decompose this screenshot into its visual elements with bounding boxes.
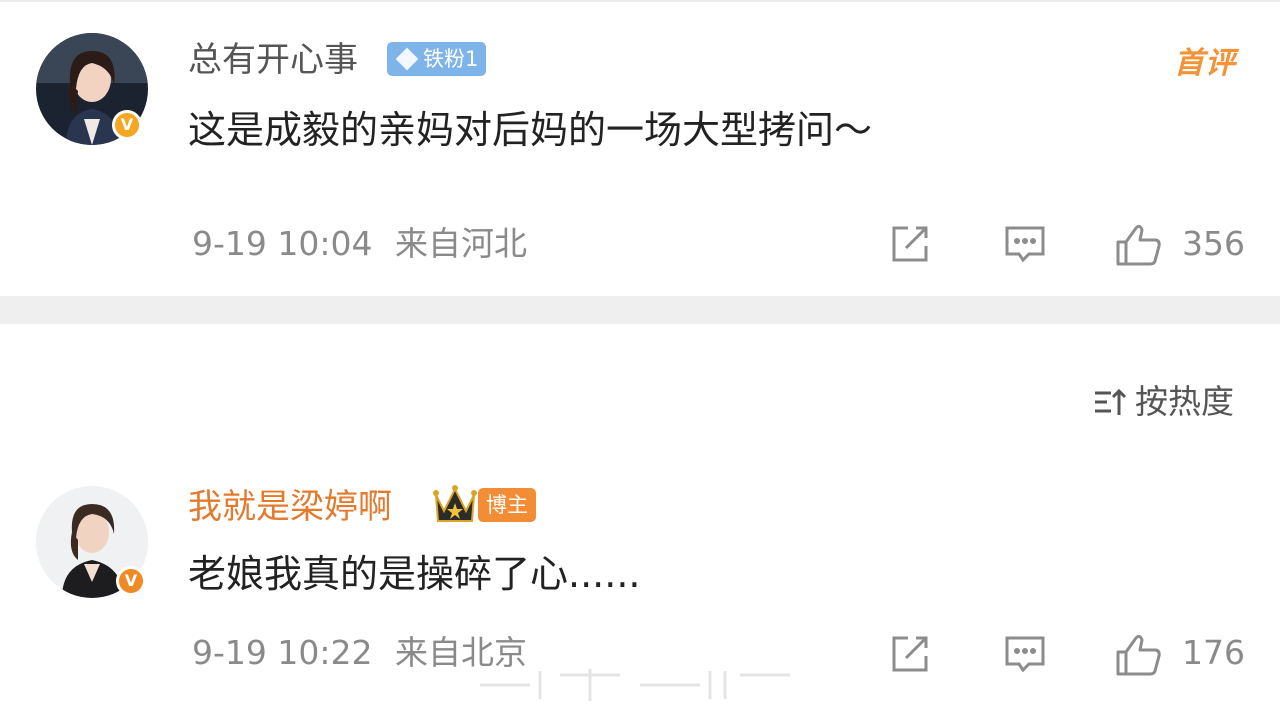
- sort-icon: [1093, 386, 1127, 426]
- comment-icon[interactable]: [1003, 222, 1047, 270]
- share-icon[interactable]: [888, 222, 932, 270]
- host-badge: 博主: [478, 488, 536, 522]
- comment-meta: 9-19 10:04 来自河北: [192, 224, 527, 264]
- sort-label: 按热度: [1135, 382, 1234, 421]
- diamond-icon: [395, 47, 419, 71]
- fan-badge: 铁粉1: [387, 42, 487, 76]
- username[interactable]: 总有开心事: [188, 40, 358, 80]
- comment-date: 9-19 10:22: [192, 633, 373, 672]
- verified-icon: V: [116, 566, 146, 596]
- sort-toggle[interactable]: 按热度: [1093, 382, 1234, 426]
- comment-text: 这是成毅的亲妈对后妈的一场大型拷问～: [188, 108, 873, 152]
- like-count: 356: [1182, 224, 1245, 263]
- comment-location: 来自河北: [395, 224, 527, 263]
- watermark: [470, 665, 800, 705]
- section-divider: [0, 296, 1280, 324]
- fan-badge-label: 铁粉1: [423, 47, 479, 71]
- comment-item: V 总有开心事 铁粉1 首评 这是成毅的亲妈对后妈的一场大型拷问～ 9-19 1…: [0, 0, 1280, 296]
- like-count: 176: [1182, 633, 1245, 672]
- thumbs-up-icon[interactable]: [1114, 632, 1162, 682]
- thumbs-up-icon[interactable]: [1114, 222, 1162, 272]
- comment-text: 老娘我真的是操碎了心......: [188, 552, 641, 596]
- share-icon[interactable]: [888, 632, 932, 680]
- comment-date: 9-19 10:04: [192, 224, 373, 263]
- first-comment-badge: 首评: [1174, 46, 1236, 81]
- username[interactable]: 我就是梁婷啊: [188, 487, 392, 527]
- crown-icon: [432, 483, 478, 529]
- verified-icon: V: [112, 110, 142, 140]
- comment-icon[interactable]: [1003, 632, 1047, 680]
